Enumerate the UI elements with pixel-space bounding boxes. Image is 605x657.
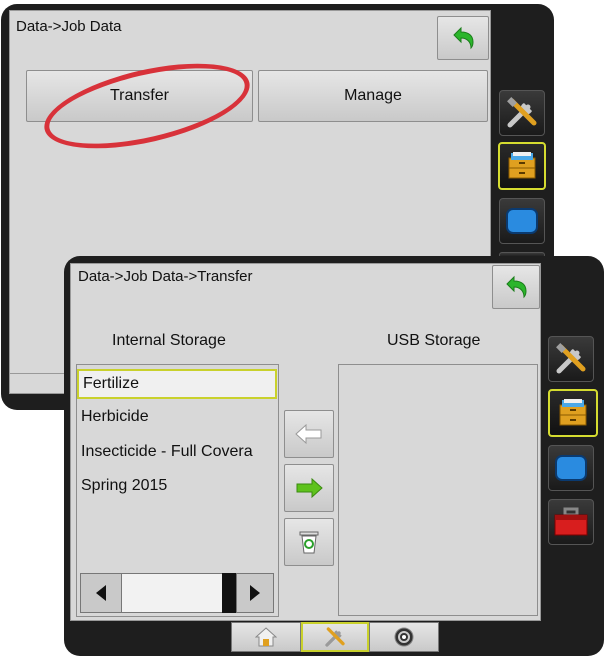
side-toolbox-button[interactable] (548, 499, 594, 545)
home-icon (255, 627, 277, 647)
gps-icon (394, 627, 414, 647)
page-title: Data->Job Data->Transfer (78, 268, 253, 285)
gps-button[interactable] (369, 622, 439, 652)
arrow-left-icon (295, 423, 322, 445)
list-item-label: Fertilize (83, 375, 140, 392)
copy-to-usb-button[interactable] (284, 464, 334, 512)
back-arrow-icon (453, 26, 474, 50)
list-item[interactable]: Fertilize (77, 369, 277, 399)
page-title: Data->Job Data (16, 18, 122, 35)
tools-icon (507, 97, 537, 128)
side-display-button[interactable] (548, 445, 594, 491)
tools-nav-button[interactable] (301, 622, 369, 652)
arrow-right-icon (296, 477, 323, 499)
copy-to-internal-button[interactable] (284, 410, 334, 458)
delete-button[interactable] (284, 518, 334, 566)
back-button[interactable] (492, 265, 540, 309)
caret-left-icon (96, 585, 106, 601)
internal-storage-header: Internal Storage (112, 332, 226, 349)
back-button[interactable] (437, 16, 489, 60)
list-item[interactable]: Spring 2015 (77, 471, 278, 501)
scroll-left-button[interactable] (80, 573, 122, 613)
display-icon (555, 455, 587, 481)
data-cabinet-icon (559, 399, 587, 426)
side-tools-button[interactable] (548, 336, 594, 382)
side-tools-button[interactable] (499, 90, 545, 136)
side-data-button[interactable] (498, 142, 546, 190)
side-data-button[interactable] (548, 389, 598, 437)
caret-right-icon (250, 585, 260, 601)
data-cabinet-icon (508, 152, 536, 179)
recycle-bin-icon (299, 531, 319, 554)
toolbox-icon (554, 507, 588, 536)
tools-icon (556, 343, 586, 374)
usb-storage-header: USB Storage (387, 332, 481, 349)
list-item[interactable]: Insecticide - Full Covera (77, 437, 278, 467)
tab-manage-label: Manage (344, 87, 402, 104)
list-item[interactable]: Herbicide (77, 402, 278, 432)
tools-icon (325, 627, 345, 647)
list-item-label: Spring 2015 (81, 477, 168, 494)
list-item-label: Herbicide (81, 408, 149, 425)
back-arrow-icon (506, 275, 527, 299)
tab-manage[interactable]: Manage (258, 70, 488, 122)
list-item-label: Insecticide - Full Covera (81, 443, 253, 460)
scroll-right-button[interactable] (236, 573, 274, 613)
side-display-button[interactable] (499, 198, 545, 244)
usb-storage-list[interactable] (338, 364, 538, 616)
home-button[interactable] (231, 622, 301, 652)
scrollbar-thumb[interactable] (222, 573, 236, 613)
display-icon (506, 208, 538, 234)
